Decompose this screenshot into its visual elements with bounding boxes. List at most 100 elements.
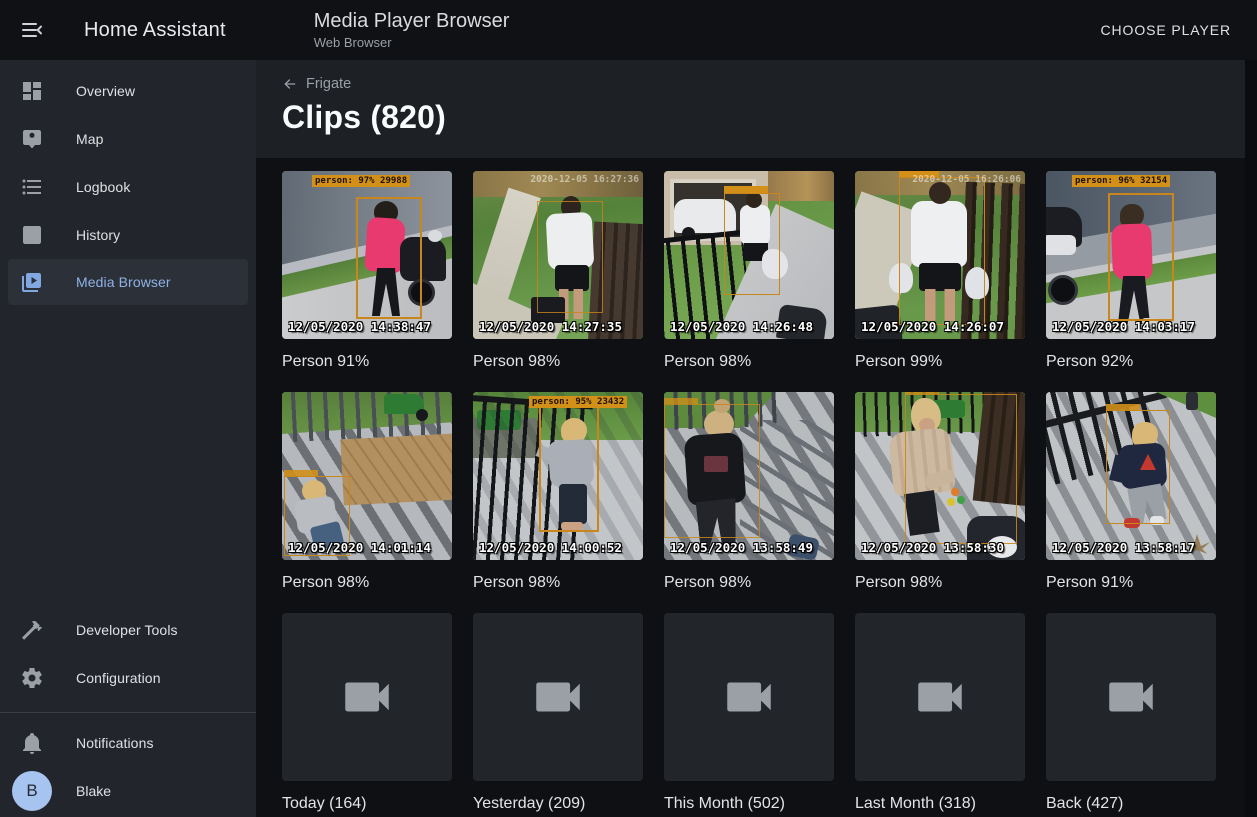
sidebar-item-user[interactable]: B Blake <box>0 767 256 815</box>
clip-timestamp-overlay: 12/05/2020 13:58:30 <box>861 540 1004 555</box>
folder-thumbnail[interactable] <box>855 613 1025 781</box>
video-camera-icon <box>1102 668 1160 726</box>
folder-caption: Last Month (318) <box>855 794 1025 814</box>
map-account-icon <box>20 127 44 151</box>
sidebar-spacer <box>0 305 256 606</box>
clip-tile[interactable]: 12/05/2020 14:26:48 Person 98% <box>664 171 834 372</box>
clip-timestamp-overlay: 12/05/2020 14:38:47 <box>288 319 431 334</box>
sidebar-item-logbook[interactable]: Logbook <box>0 163 256 211</box>
sidebar-item-label: Notifications <box>76 735 154 751</box>
video-camera-icon <box>720 668 778 726</box>
sidebar-item-media-browser[interactable]: Media Browser <box>8 259 248 305</box>
content-header: Frigate Clips (820) <box>256 60 1257 158</box>
detection-bounding-box <box>356 197 422 319</box>
choose-player-button[interactable]: CHOOSE PLAYER <box>1091 14 1241 46</box>
clip-caption: Person 99% <box>855 352 1025 372</box>
folder-tile[interactable]: Today (164) <box>282 613 452 814</box>
clip-thumbnail[interactable]: person: 97% 29988 12/05/2020 14:38:47 <box>282 171 452 339</box>
clip-caption: Person 98% <box>664 352 834 372</box>
clip-thumbnail[interactable]: 12/05/2020 13:58:30 <box>855 392 1025 560</box>
media-browser-icon <box>20 270 44 294</box>
scene-layer <box>428 230 442 242</box>
detection-bounding-box <box>537 201 603 313</box>
folder-caption: Today (164) <box>282 794 452 814</box>
clip-tile[interactable]: 12/05/2020 13:58:17 Person 91% <box>1046 392 1216 593</box>
sidebar-nav-top: Overview Map Logbook HistoryMedia Browser <box>0 60 256 305</box>
clip-timestamp-overlay: 12/05/2020 13:58:49 <box>670 540 813 555</box>
folder-tile[interactable]: This Month (502) <box>664 613 834 814</box>
video-camera-icon <box>529 668 587 726</box>
menu-open-icon <box>20 18 44 42</box>
camera-osd-datetime: 2020-12-05 16:26:06 <box>912 174 1021 185</box>
clip-thumbnail[interactable]: 12/05/2020 14:26:48 <box>664 171 834 339</box>
sidebar-divider <box>0 712 256 713</box>
scrollbar-track[interactable] <box>1245 60 1257 817</box>
detection-label: person: 96% 32154 <box>1072 175 1170 187</box>
clip-tile[interactable]: person: 97% 29988 12/05/2020 14:38:47 Pe… <box>282 171 452 372</box>
clip-timestamp-overlay: 12/05/2020 14:26:07 <box>861 319 1004 334</box>
dashboard-icon <box>20 79 44 103</box>
page-header-title: Media Player Browser <box>314 9 510 34</box>
clip-thumbnail[interactable]: 2020-12-05 16:26:06 12/05/2020 14:26:07 <box>855 171 1025 339</box>
clip-tile[interactable]: person: 95% 23432 12/05/2020 14:00:52 Pe… <box>473 392 643 593</box>
chart-icon <box>20 223 44 247</box>
media-player-title-block: Media Player Browser Web Browser <box>314 9 510 51</box>
clip-thumbnail[interactable]: person: 95% 23432 12/05/2020 14:00:52 <box>473 392 643 560</box>
detection-bounding-box <box>664 404 760 538</box>
clip-thumbnail[interactable]: person: 96% 32154 12/05/2020 14:03:17 <box>1046 171 1216 339</box>
detection-bounding-box <box>905 394 1017 544</box>
media-browser-content: Frigate Clips (820) person: 97% 29988 12… <box>256 60 1257 817</box>
clip-thumbnail[interactable]: 12/05/2020 14:01:14 <box>282 392 452 560</box>
folder-thumbnail[interactable] <box>282 613 452 781</box>
clip-thumbnail[interactable]: 2020-12-05 16:27:36 12/05/2020 14:27:35 <box>473 171 643 339</box>
sidebar-item-map[interactable]: Map <box>0 115 256 163</box>
folder-caption: This Month (502) <box>664 794 834 814</box>
clip-timestamp-overlay: 12/05/2020 14:03:17 <box>1052 319 1195 334</box>
clip-tile[interactable]: 2020-12-05 16:26:06 12/05/2020 14:26:07 … <box>855 171 1025 372</box>
clip-tile[interactable]: 2020-12-05 16:27:36 12/05/2020 14:27:35 … <box>473 171 643 372</box>
clip-timestamp-overlay: 12/05/2020 13:58:17 <box>1052 540 1195 555</box>
folder-thumbnail[interactable] <box>473 613 643 781</box>
clip-thumbnail[interactable]: 12/05/2020 13:58:49 <box>664 392 834 560</box>
clip-caption: Person 91% <box>282 352 452 372</box>
detection-label: person: 97% 29988 <box>312 175 410 187</box>
folder-thumbnail[interactable] <box>664 613 834 781</box>
detection-bounding-box <box>724 193 780 295</box>
page-header-subtitle: Web Browser <box>314 35 510 51</box>
sidebar: Overview Map Logbook HistoryMedia Browser D… <box>0 60 256 817</box>
sidebar-item-developer-tools[interactable]: Developer Tools <box>0 606 256 654</box>
clip-tile[interactable]: 12/05/2020 13:58:30 Person 98% <box>855 392 1025 593</box>
sidebar-item-notifications[interactable]: Notifications <box>0 719 256 767</box>
sidebar-toggle-button[interactable] <box>20 18 44 42</box>
folders-grid: Today (164) Yesterday (209) This Month (… <box>256 593 1257 814</box>
clip-tile[interactable]: 12/05/2020 14:01:14 Person 98% <box>282 392 452 593</box>
clip-caption: Person 98% <box>855 573 1025 593</box>
app-title: Home Assistant <box>84 19 226 42</box>
page-title: Clips (820) <box>282 99 1257 136</box>
sidebar-item-label: Configuration <box>76 670 161 686</box>
scene-layer <box>1186 392 1198 410</box>
breadcrumb-back-button[interactable]: Frigate <box>282 76 351 92</box>
scene-layer <box>416 409 428 421</box>
sidebar-item-label: Logbook <box>76 179 130 195</box>
sidebar-item-configuration[interactable]: Configuration <box>0 654 256 702</box>
sidebar-item-label: Map <box>76 131 104 147</box>
detection-bounding-box <box>899 177 985 325</box>
sidebar-item-label: Overview <box>76 83 135 99</box>
detection-bounding-box <box>1106 410 1170 524</box>
clip-tile[interactable]: person: 96% 32154 12/05/2020 14:03:17 Pe… <box>1046 171 1216 372</box>
folder-tile[interactable]: Back (427) <box>1046 613 1216 814</box>
clip-timestamp-overlay: 12/05/2020 14:00:52 <box>479 540 622 555</box>
folder-tile[interactable]: Yesterday (209) <box>473 613 643 814</box>
camera-osd-datetime: 2020-12-05 16:27:36 <box>530 174 639 185</box>
clip-caption: Person 98% <box>282 573 452 593</box>
folder-thumbnail[interactable] <box>1046 613 1216 781</box>
clip-thumbnail[interactable]: 12/05/2020 13:58:17 <box>1046 392 1216 560</box>
folder-tile[interactable]: Last Month (318) <box>855 613 1025 814</box>
clip-tile[interactable]: 12/05/2020 13:58:49 Person 98% <box>664 392 834 593</box>
sidebar-item-history[interactable]: History <box>0 211 256 259</box>
gear-icon <box>20 666 44 690</box>
clip-timestamp-overlay: 12/05/2020 14:26:48 <box>670 319 813 334</box>
sidebar-item-overview[interactable]: Overview <box>0 67 256 115</box>
scene-layer <box>340 433 452 506</box>
